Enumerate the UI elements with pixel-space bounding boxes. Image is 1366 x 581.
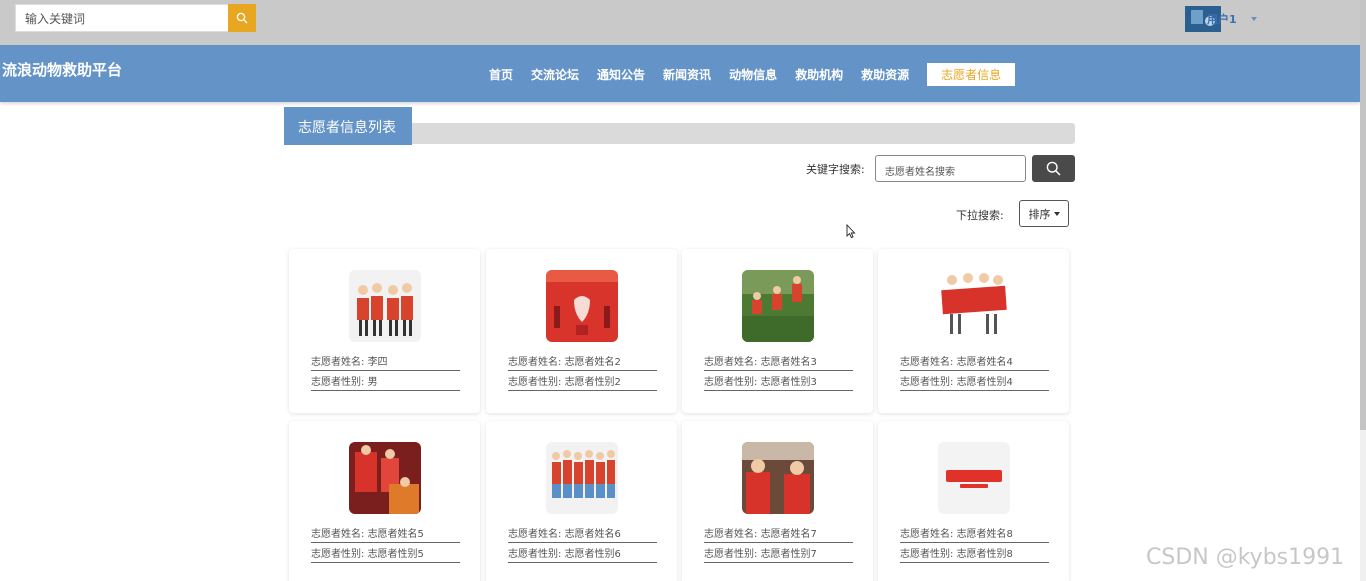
volunteer-name-field: 志愿者姓名: 李四 [311, 353, 460, 371]
volunteer-name-field: 志愿者姓名: 志愿者姓名8 [900, 525, 1049, 543]
volunteer-card[interactable]: 志愿者姓名: 志愿者姓名8 志愿者性别: 志愿者性别8 [878, 421, 1069, 581]
volunteer-name-field: 志愿者姓名: 志愿者姓名4 [900, 353, 1049, 371]
sort-dropdown[interactable]: 排序 [1019, 200, 1069, 227]
volunteer-gender-field: 志愿者性别: 志愿者性别6 [508, 545, 657, 563]
volunteer-gender-field: 志愿者性别: 志愿者性别5 [311, 545, 460, 563]
mouse-cursor-icon [846, 224, 856, 239]
main-navbar: 流浪动物救助平台 首页 交流论坛 通知公告 新闻资讯 动物信息 救助机构 救助资… [0, 45, 1360, 102]
volunteer-photo[interactable] [938, 270, 1010, 342]
nav-item-volunteers[interactable]: 志愿者信息 [927, 63, 1016, 86]
keyword-search-input[interactable]: 志愿者姓名搜索 [875, 155, 1026, 182]
user-menu[interactable]: 用户1 [1185, 6, 1257, 32]
page-scrollbar[interactable] [1360, 0, 1366, 581]
chevron-down-icon [1250, 17, 1257, 21]
section-header: 志愿者信息列表 [284, 107, 1075, 145]
nav-item-animals[interactable]: 动物信息 [729, 66, 777, 83]
watermark: CSDN @kybs1991 [1146, 545, 1345, 570]
volunteer-photo[interactable] [938, 442, 1010, 514]
search-icon [236, 12, 248, 24]
search-input[interactable]: 输入关键词 [15, 4, 228, 32]
volunteer-gender-field: 志愿者性别: 志愿者性别4 [900, 373, 1049, 391]
volunteer-card[interactable]: 志愿者姓名: 志愿者姓名3 志愿者性别: 志愿者性别3 [682, 249, 873, 413]
nav-item-rescue-resources[interactable]: 救助资源 [861, 66, 909, 83]
keyword-search-button[interactable] [1032, 155, 1075, 182]
volunteer-name-field: 志愿者姓名: 志愿者姓名6 [508, 525, 657, 543]
sort-dropdown-label: 排序 [1028, 207, 1051, 221]
dropdown-search-label: 下拉搜索: [956, 209, 1004, 222]
nav-menu: 首页 交流论坛 通知公告 新闻资讯 动物信息 救助机构 救助资源 志愿者信息 [480, 63, 1024, 86]
volunteer-photo[interactable] [742, 270, 814, 342]
volunteer-card[interactable]: 志愿者姓名: 志愿者姓名5 志愿者性别: 志愿者性别5 [289, 421, 480, 581]
volunteer-photo[interactable] [349, 270, 421, 342]
top-bar: 输入关键词 用户1 [0, 0, 1366, 45]
nav-item-news[interactable]: 新闻资讯 [663, 66, 711, 83]
volunteer-name-field: 志愿者姓名: 志愿者姓名3 [704, 353, 853, 371]
section-divider [412, 123, 1075, 144]
volunteer-gender-field: 志愿者性别: 男 [311, 373, 460, 391]
volunteer-gender-field: 志愿者性别: 志愿者性别2 [508, 373, 657, 391]
volunteer-card[interactable]: 志愿者姓名: 志愿者姓名4 志愿者性别: 志愿者性别4 [878, 249, 1069, 413]
volunteer-photo[interactable] [546, 442, 618, 514]
volunteer-name-field: 志愿者姓名: 志愿者姓名5 [311, 525, 460, 543]
volunteer-gender-field: 志愿者性别: 志愿者性别7 [704, 545, 853, 563]
site-title: 流浪动物救助平台 [2, 61, 123, 79]
volunteer-gender-field: 志愿者性别: 志愿者性别8 [900, 545, 1049, 563]
nav-item-home[interactable]: 首页 [489, 66, 513, 83]
volunteer-name-field: 志愿者姓名: 志愿者姓名2 [508, 353, 657, 371]
volunteer-card[interactable]: 志愿者姓名: 志愿者姓名7 志愿者性别: 志愿者性别7 [682, 421, 873, 581]
volunteer-gender-field: 志愿者性别: 志愿者性别3 [704, 373, 853, 391]
volunteer-photo[interactable] [349, 442, 421, 514]
volunteer-photo[interactable] [742, 442, 814, 514]
section-title: 志愿者信息列表 [284, 107, 412, 145]
volunteer-card[interactable]: 志愿者姓名: 李四 志愿者性别: 男 [289, 249, 480, 413]
scrollbar-thumb[interactable] [1360, 0, 1366, 430]
nav-item-notices[interactable]: 通知公告 [597, 66, 645, 83]
user-name: 用户1 [1207, 13, 1237, 26]
caret-down-icon [1053, 211, 1060, 216]
search-icon [1046, 161, 1061, 176]
volunteer-photo[interactable] [546, 270, 618, 342]
volunteer-card[interactable]: 志愿者姓名: 志愿者姓名2 志愿者性别: 志愿者性别2 [486, 249, 677, 413]
nav-item-forum[interactable]: 交流论坛 [531, 66, 579, 83]
volunteer-card[interactable]: 志愿者姓名: 志愿者姓名6 志愿者性别: 志愿者性别6 [486, 421, 677, 581]
search-button[interactable] [228, 4, 256, 32]
keyword-search-label: 关键字搜索: [806, 163, 865, 176]
nav-item-rescue-orgs[interactable]: 救助机构 [795, 66, 843, 83]
volunteer-name-field: 志愿者姓名: 志愿者姓名7 [704, 525, 853, 543]
